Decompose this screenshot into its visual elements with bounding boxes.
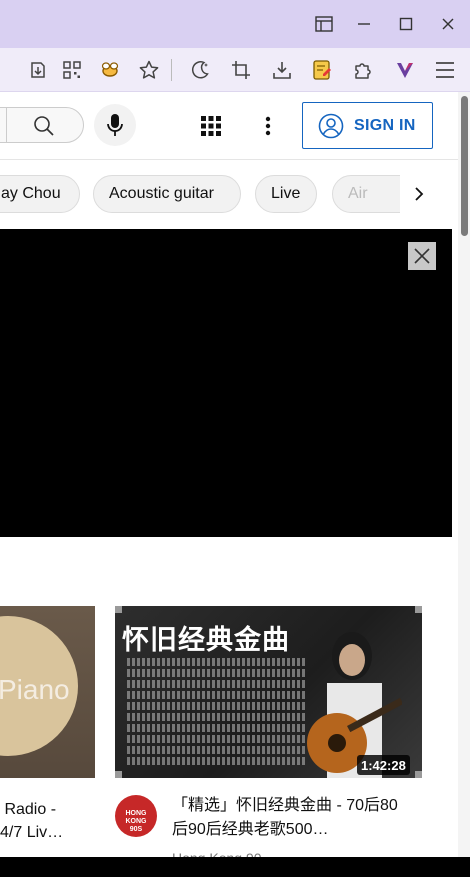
screenshot-crop-icon[interactable] (228, 57, 254, 83)
video-title[interactable]: Radio - 4/7 Liv… (0, 798, 63, 844)
qr-code-icon[interactable] (59, 57, 85, 83)
search-icon[interactable] (33, 115, 55, 142)
voice-search-button[interactable] (94, 104, 136, 146)
chips-next-button[interactable] (400, 175, 438, 213)
header-divider (0, 159, 458, 160)
bottom-status-strip (0, 857, 470, 877)
ad-video-player[interactable] (0, 229, 452, 537)
video-thumbnail[interactable]: 怀旧经典金曲 (115, 606, 422, 778)
vivaldi-v-icon[interactable] (392, 57, 418, 83)
selection-handle (115, 606, 122, 613)
video-title[interactable]: 「精选」怀旧经典金曲 - 70后80后90后经典老歌500… (172, 794, 402, 842)
page-scrollbar[interactable] (458, 92, 470, 857)
minimize-icon[interactable] (352, 12, 376, 36)
avatar-line2: 90S (129, 826, 143, 833)
chip-jay-chou[interactable]: ay Chou (0, 175, 80, 213)
chip-label: ay Chou (1, 185, 61, 202)
sign-in-button[interactable]: SIGN IN (302, 102, 433, 149)
close-ad-button[interactable] (408, 242, 436, 270)
apps-grid-icon[interactable] (198, 113, 224, 139)
thumbnail-title: 怀旧经典金曲 (122, 625, 290, 655)
selection-handle (415, 606, 422, 613)
notes-extension-icon[interactable] (309, 57, 335, 83)
menu-icon[interactable] (432, 57, 458, 83)
download-page-icon[interactable] (25, 57, 51, 83)
browser-toolbar (0, 48, 470, 92)
avatar-line1: HONG KONG (125, 810, 147, 825)
toolbar-divider (171, 59, 172, 81)
sign-in-label: SIGN IN (354, 116, 416, 134)
tab-layout-icon[interactable] (312, 12, 336, 36)
extensions-puzzle-icon[interactable] (350, 57, 376, 83)
more-options-icon[interactable] (256, 113, 280, 139)
chip-label: Acoustic guitar (109, 185, 214, 202)
channel-avatar[interactable]: HONG KONG 90S (115, 795, 157, 837)
search-divider (6, 108, 7, 142)
video-title-line1: Radio - (0, 801, 57, 818)
video-duration-badge: 1:42:28 (357, 755, 410, 775)
night-mode-icon[interactable] (187, 57, 213, 83)
bookmark-star-icon[interactable] (136, 57, 162, 83)
video-title-line2: 4/7 Liv… (0, 824, 64, 841)
selection-handle (415, 771, 422, 778)
chip-live[interactable]: Live (255, 175, 317, 213)
video-thumbnail[interactable]: Piano (0, 606, 95, 778)
extension-bee-icon[interactable] (97, 57, 123, 83)
scrollbar-thumb[interactable] (461, 96, 468, 236)
close-icon[interactable] (436, 12, 460, 36)
search-bar[interactable] (0, 107, 84, 143)
close-icon (414, 248, 430, 264)
microphone-icon (107, 114, 123, 136)
account-circle-icon (318, 113, 344, 138)
browser-titlebar (0, 0, 470, 48)
chip-label: Air (348, 185, 368, 202)
youtube-page: SIGN IN ay Chou Acoustic guitar Live Air… (0, 92, 458, 877)
downloads-icon[interactable] (269, 57, 295, 83)
thumbnail-tracklist (127, 658, 307, 770)
channel-avatar-text: HONG KONG 90S (115, 810, 157, 834)
thumbnail-text: Piano (0, 674, 70, 705)
maximize-icon[interactable] (394, 12, 418, 36)
chip-label: Live (271, 185, 301, 202)
chip-acoustic-guitar[interactable]: Acoustic guitar (93, 175, 241, 213)
chevron-right-icon (415, 187, 424, 201)
selection-handle (115, 771, 122, 778)
